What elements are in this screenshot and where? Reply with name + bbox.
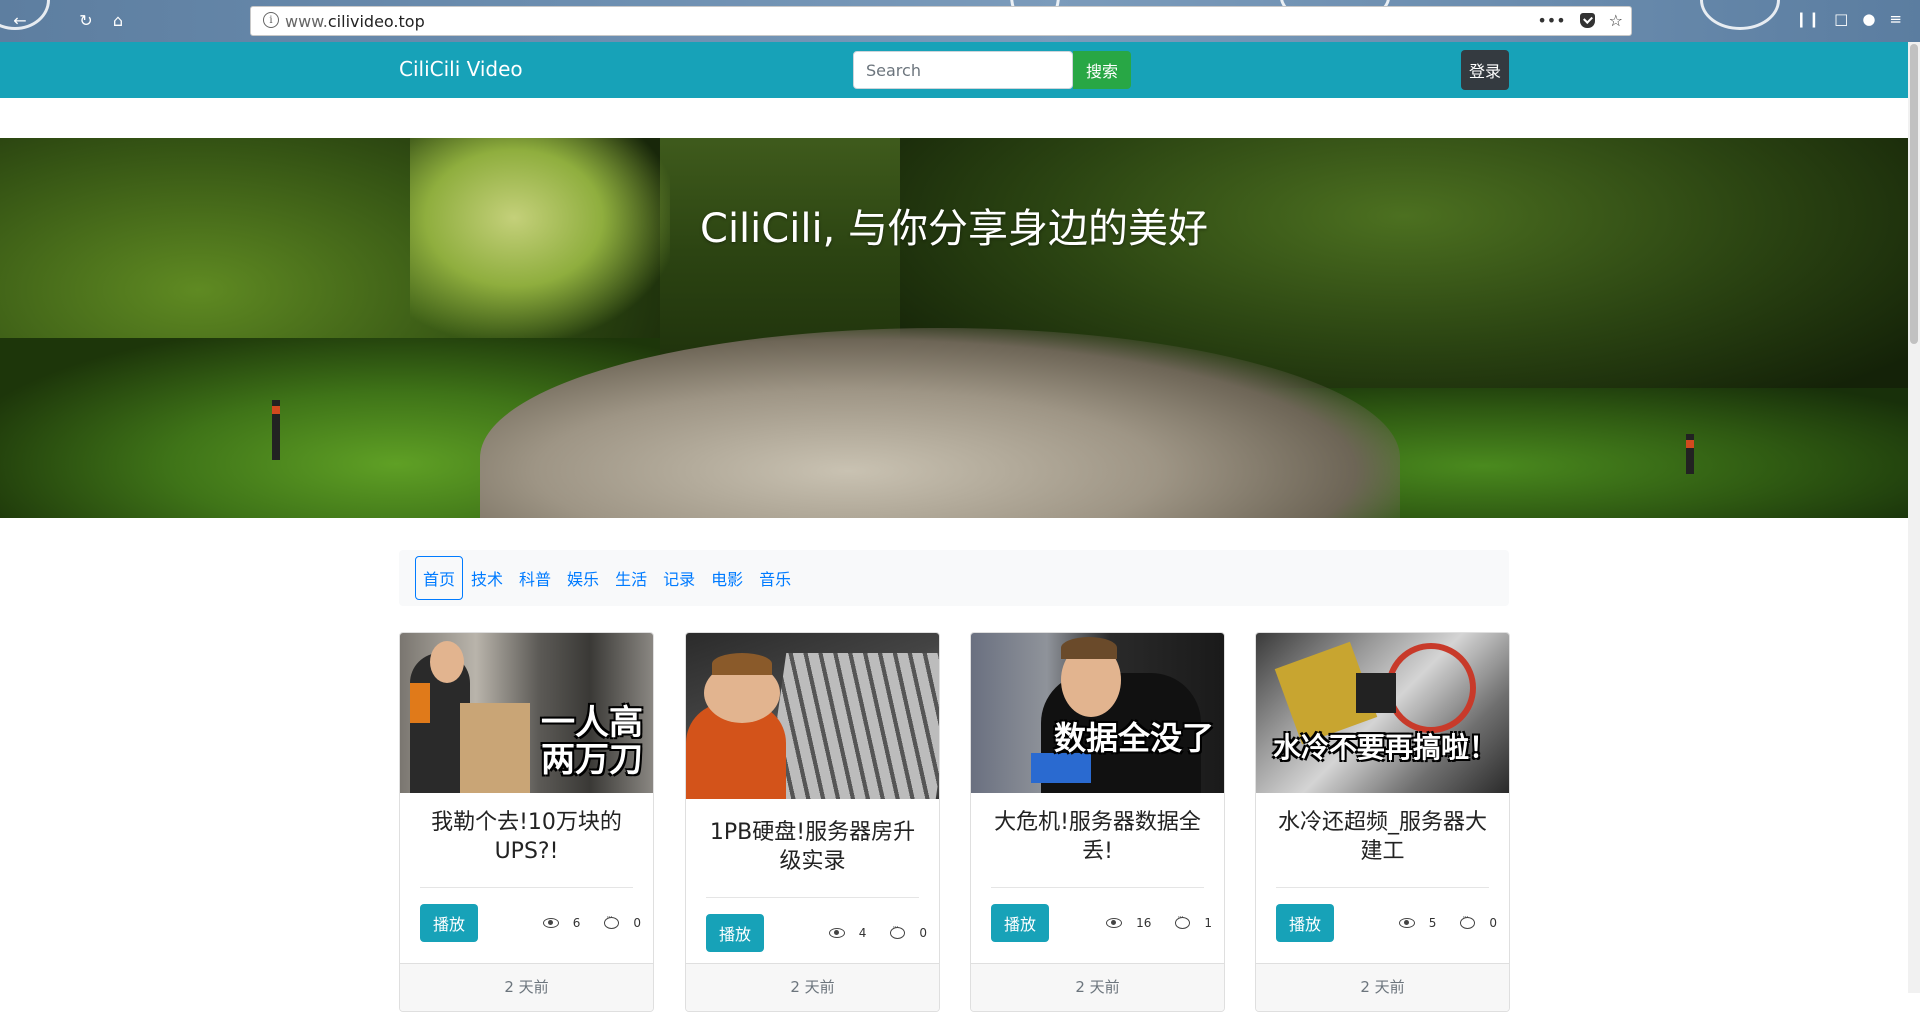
video-thumbnail[interactable]: 水冷不要再搞啦！: [1256, 633, 1509, 793]
card-timestamp: 2 天前: [400, 963, 653, 1011]
comment-icon: [890, 923, 906, 939]
scroll-thumb[interactable]: [1910, 44, 1918, 344]
thumbnail-caption: 一人高: [541, 703, 643, 743]
comment-icon: [1460, 913, 1476, 929]
view-count: 16: [1136, 916, 1152, 930]
comment-count: 1: [1204, 916, 1212, 930]
site-brand[interactable]: CiliCili Video: [399, 57, 523, 81]
comment-icon: [1175, 913, 1191, 929]
more-actions-icon[interactable]: •••: [1537, 11, 1565, 30]
search-input[interactable]: [853, 51, 1073, 89]
video-thumbnail[interactable]: 一人高 两万刀: [400, 633, 653, 793]
view-count: 6: [572, 916, 581, 930]
url-text[interactable]: www.cilivideo.top: [285, 12, 425, 31]
video-title[interactable]: 我勒个去!10万块的UPS?!: [400, 809, 653, 869]
tab-life[interactable]: 生活: [607, 556, 655, 600]
thumbnail-caption: 两万刀: [541, 739, 643, 780]
extension-icon[interactable]: ●: [1862, 10, 1875, 28]
hero-title: CiliCili, 与你分享身边的美好: [700, 206, 1208, 252]
tab-movies[interactable]: 电影: [703, 556, 751, 600]
tab-entertainment[interactable]: 娱乐: [559, 556, 607, 600]
category-tabs: 首页 技术 科普 娱乐 生活 记录 电影 音乐: [399, 550, 1509, 606]
eye-icon: [1398, 918, 1415, 928]
comment-count: 0: [919, 926, 927, 940]
play-button[interactable]: 播放: [991, 904, 1049, 942]
library-icon[interactable]: ❙❙: [1795, 10, 1820, 28]
tab-home[interactable]: 首页: [415, 556, 464, 600]
browser-toolbar: ← ↻ ⌂ i www.cilivideo.top ••• ☆ ❙❙ □ ● ≡: [0, 0, 1920, 42]
video-card: 一人高 两万刀 我勒个去!10万块的UPS?! 播放 6 0 2 天前: [399, 632, 654, 1012]
eye-icon: [1106, 918, 1123, 928]
url-bar[interactable]: i www.cilivideo.top ••• ☆: [250, 6, 1632, 36]
video-title[interactable]: 1PB硬盘!服务器房升级实录: [686, 819, 939, 879]
thumbnail-caption: 数据全没了: [1053, 719, 1214, 757]
pocket-icon[interactable]: [1579, 13, 1595, 28]
video-title[interactable]: 水冷还超频_服务器大建工: [1256, 809, 1509, 869]
card-timestamp: 2 天前: [686, 963, 939, 1011]
site-info-icon[interactable]: i: [263, 12, 279, 28]
reload-icon[interactable]: ↻: [72, 6, 100, 34]
comment-count: 0: [1489, 916, 1497, 930]
site-navbar: CiliCili Video 搜索 登录: [0, 42, 1908, 98]
bookmark-star-icon[interactable]: ☆: [1609, 11, 1623, 30]
url-prefix: www.: [285, 12, 328, 31]
view-count: 5: [1428, 916, 1437, 930]
card-timestamp: 2 天前: [1256, 963, 1509, 1011]
thumbnail-caption: 水冷不要再搞啦！: [1272, 731, 1497, 764]
comment-count: 0: [633, 916, 641, 930]
view-count: 4: [858, 926, 867, 940]
login-button[interactable]: 登录: [1461, 50, 1509, 90]
card-timestamp: 2 天前: [971, 963, 1224, 1011]
video-title[interactable]: 大危机!服务器数据全丢!: [971, 809, 1224, 869]
tab-documentary[interactable]: 记录: [655, 556, 703, 600]
video-card: 1PB硬盘!服务器房升级实录 播放 4 0 2 天前: [685, 632, 940, 1012]
hero-post: [1686, 434, 1694, 474]
sidebar-icon[interactable]: □: [1834, 10, 1848, 28]
eye-icon: [828, 928, 845, 938]
tab-music[interactable]: 音乐: [751, 556, 799, 600]
back-icon[interactable]: ←: [6, 6, 34, 34]
page-scrollbar[interactable]: [1908, 42, 1920, 993]
video-thumbnail[interactable]: 数据全没了: [971, 633, 1224, 793]
video-card: 水冷不要再搞啦！ 水冷还超频_服务器大建工 播放 5 0 2 天前: [1255, 632, 1510, 1012]
comment-icon: [604, 913, 620, 929]
play-button[interactable]: 播放: [420, 904, 478, 942]
tab-tech[interactable]: 技术: [463, 556, 511, 600]
url-domain: cilivideo.top: [327, 12, 425, 31]
video-thumbnail[interactable]: [686, 633, 939, 799]
video-card: 数据全没了 大危机!服务器数据全丢! 播放 16 1 2 天前: [970, 632, 1225, 1012]
decor-swirl: [1700, 0, 1780, 30]
menu-icon[interactable]: ≡: [1889, 10, 1902, 28]
hero-banner: CiliCili, 与你分享身边的美好: [0, 138, 1908, 518]
home-icon[interactable]: ⌂: [104, 6, 132, 34]
play-button[interactable]: 播放: [1276, 904, 1334, 942]
eye-icon: [542, 918, 559, 928]
play-button[interactable]: 播放: [706, 914, 764, 952]
tab-science[interactable]: 科普: [511, 556, 559, 600]
search-button[interactable]: 搜索: [1073, 51, 1131, 89]
hero-post: [272, 400, 280, 460]
